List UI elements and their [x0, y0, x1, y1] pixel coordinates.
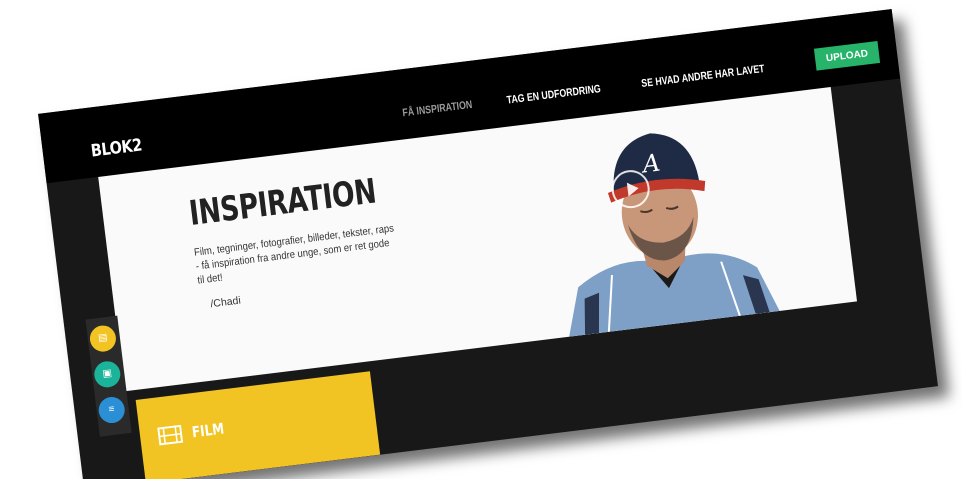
- stage: BLOK2 FÅ INSPIRATION TAG EN UDFORDRING S…: [0, 0, 962, 479]
- hero-photo: A: [533, 96, 788, 338]
- film-icon: ▤: [97, 332, 109, 345]
- film-strip-icon: [157, 424, 184, 446]
- browser-screenshot: BLOK2 FÅ INSPIRATION TAG EN UDFORDRING S…: [38, 9, 938, 479]
- text-icon: ≡: [108, 403, 116, 416]
- hero-signature: /Chadi: [209, 294, 242, 311]
- hero-description: Film, tegninger, fotografier, billeder, …: [193, 222, 395, 287]
- nav-item-inspiration[interactable]: FÅ INSPIRATION: [402, 99, 473, 119]
- image-icon: ▣: [101, 367, 113, 380]
- side-film-button[interactable]: ▤: [88, 324, 118, 354]
- site-logo[interactable]: BLOK2: [90, 135, 143, 161]
- side-image-button[interactable]: ▣: [92, 359, 122, 389]
- category-label: FILM: [190, 419, 226, 442]
- nav-item-see-others[interactable]: SE HVAD ANDRE HAR LAVET: [641, 63, 766, 90]
- upload-button[interactable]: UPLOAD: [813, 40, 881, 71]
- person-illustration: A: [569, 133, 780, 337]
- category-film-tile[interactable]: FILM: [135, 371, 381, 479]
- nav-item-challenge[interactable]: TAG EN UDFORDRING: [506, 83, 601, 106]
- side-text-button[interactable]: ≡: [97, 395, 127, 425]
- page-title: INSPIRATION: [186, 171, 379, 234]
